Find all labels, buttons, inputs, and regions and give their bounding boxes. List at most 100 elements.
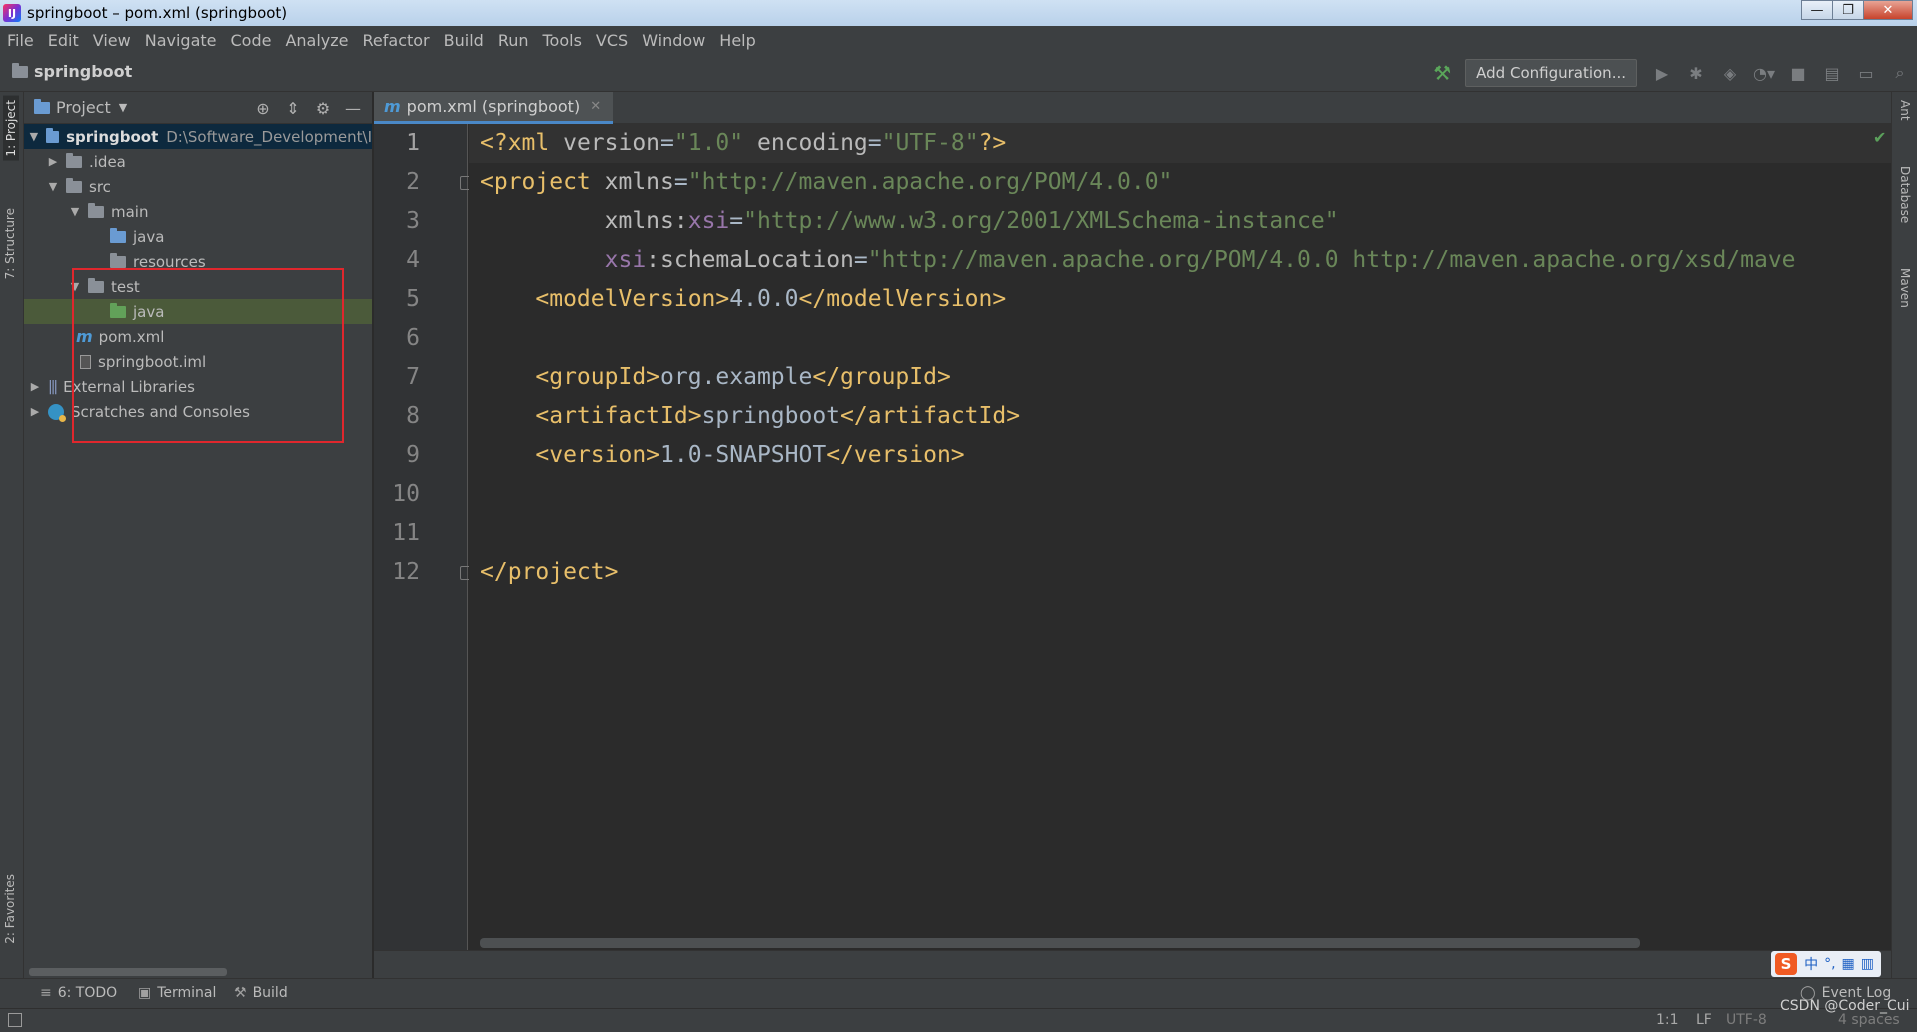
todo-label: 6: TODO bbox=[57, 985, 118, 1001]
tab-favorites[interactable]: 2: Favorites bbox=[3, 874, 17, 944]
build-button[interactable]: ⚒ Build bbox=[234, 985, 288, 1001]
collapsed-arrow-icon[interactable]: ▶ bbox=[28, 380, 42, 393]
menu-build[interactable]: Build bbox=[437, 31, 491, 50]
editor-horizontal-scrollbar[interactable] bbox=[480, 938, 1640, 948]
editor-tab-bar: m pom.xml (springboot) ✕ bbox=[374, 92, 1891, 124]
tab-pom-xml[interactable]: m pom.xml (springboot) ✕ bbox=[374, 92, 614, 124]
tree-item-src[interactable]: ▼ src bbox=[24, 174, 372, 199]
close-tab-icon[interactable]: ✕ bbox=[590, 99, 601, 114]
menu-tools[interactable]: Tools bbox=[536, 31, 589, 50]
menu-navigate[interactable]: Navigate bbox=[138, 31, 224, 50]
code-editor[interactable]: <?xml version="1.0" encoding="UTF-8"?> <… bbox=[469, 124, 1891, 950]
build-label: Build bbox=[252, 985, 288, 1001]
menu-edit[interactable]: Edit bbox=[41, 31, 86, 50]
folder-icon bbox=[88, 277, 104, 293]
restore-button[interactable]: ❐ bbox=[1832, 0, 1864, 20]
caret-position[interactable]: 1:1 bbox=[1656, 1012, 1679, 1028]
expanded-arrow-icon[interactable]: ▼ bbox=[28, 130, 40, 143]
run-icon[interactable]: ▶ bbox=[1648, 59, 1676, 87]
menu-run[interactable]: Run bbox=[491, 31, 536, 50]
profile-icon[interactable]: ◔▾ bbox=[1750, 59, 1778, 87]
tab-ant[interactable]: Ant bbox=[1898, 100, 1912, 121]
toggle-tool-windows-icon[interactable] bbox=[8, 1013, 22, 1027]
collapsed-arrow-icon[interactable]: ▶ bbox=[28, 405, 42, 418]
line-number: 5 bbox=[406, 286, 420, 312]
presentation-icon[interactable]: ▭ bbox=[1852, 59, 1880, 87]
terminal-button[interactable]: ▣ Terminal bbox=[138, 985, 216, 1001]
code-line-9: <version>1.0-SNAPSHOT</version> bbox=[535, 442, 965, 468]
tab-database[interactable]: Database bbox=[1898, 166, 1912, 223]
menu-analyze[interactable]: Analyze bbox=[278, 31, 355, 50]
coverage-icon[interactable]: ◈ bbox=[1716, 59, 1744, 87]
ime-keyboard-icon[interactable]: ▦ bbox=[1842, 956, 1855, 972]
expanded-arrow-icon[interactable]: ▼ bbox=[68, 280, 82, 293]
horizontal-scrollbar[interactable] bbox=[29, 968, 227, 976]
project-view-selector[interactable]: Project bbox=[56, 98, 111, 117]
code-line-1: <?xml version="1.0" encoding="UTF-8"?> bbox=[480, 130, 1007, 156]
chevron-down-icon[interactable]: ▼ bbox=[119, 101, 127, 114]
menu-vcs[interactable]: VCS bbox=[589, 31, 635, 50]
tree-item-label: .idea bbox=[89, 152, 126, 171]
tree-item-idea[interactable]: ▶ .idea bbox=[24, 149, 372, 174]
tree-item-test-java[interactable]: java bbox=[24, 299, 372, 324]
tree-item-pom[interactable]: m pom.xml bbox=[24, 324, 372, 349]
tree-item-main[interactable]: ▼ main bbox=[24, 199, 372, 224]
gear-icon[interactable]: ⚙ bbox=[310, 96, 336, 120]
tree-item-external-libraries[interactable]: ▶ ||| External Libraries bbox=[24, 374, 372, 399]
menu-file[interactable]: File bbox=[0, 31, 41, 50]
line-separator[interactable]: LF bbox=[1696, 1012, 1712, 1028]
tree-item-scratches[interactable]: ▶ Scratches and Consoles bbox=[24, 399, 372, 424]
project-panel-tools: ⊕ ⇕ ⚙ — bbox=[246, 96, 366, 120]
sogou-logo-icon: S bbox=[1775, 953, 1798, 975]
tree-item-test[interactable]: ▼ test bbox=[24, 274, 372, 299]
close-window-button[interactable]: ✕ bbox=[1863, 0, 1913, 20]
ime-chinese-mode[interactable]: 中 bbox=[1804, 954, 1818, 974]
menu-refactor[interactable]: Refactor bbox=[356, 31, 437, 50]
todo-button[interactable]: ≡ 6: TODO bbox=[40, 985, 117, 1001]
project-panel-header: Project ▼ ⊕ ⇕ ⚙ — bbox=[24, 92, 372, 124]
tree-item-resources[interactable]: resources bbox=[24, 249, 372, 274]
collapse-all-icon[interactable]: ⇕ bbox=[280, 96, 306, 120]
source-folder-icon bbox=[110, 227, 126, 243]
expanded-arrow-icon[interactable]: ▼ bbox=[68, 205, 82, 218]
ime-punctuation[interactable]: °, bbox=[1824, 956, 1835, 972]
line-number: 2 bbox=[406, 169, 420, 195]
inspection-ok-icon[interactable]: ✔ bbox=[1873, 128, 1886, 147]
tree-item-label: springboot.iml bbox=[98, 352, 207, 371]
project-structure-icon[interactable]: ▤ bbox=[1818, 59, 1846, 87]
expanded-arrow-icon[interactable]: ▼ bbox=[46, 180, 60, 193]
collapsed-arrow-icon[interactable]: ▶ bbox=[46, 155, 60, 168]
menu-window[interactable]: Window bbox=[635, 31, 712, 50]
file-encoding[interactable]: UTF-8 bbox=[1726, 1012, 1767, 1028]
tree-item-label: External Libraries bbox=[63, 377, 195, 396]
maven-file-icon: m bbox=[384, 97, 401, 116]
indent-setting[interactable]: 4 spaces bbox=[1838, 1012, 1900, 1028]
hide-panel-icon[interactable]: — bbox=[340, 96, 366, 120]
line-number: 3 bbox=[406, 208, 420, 234]
breadcrumb-project[interactable]: springboot bbox=[34, 62, 132, 81]
code-line-3: xmlns:xsi="http://www.w3.org/2001/XMLSch… bbox=[604, 208, 1339, 234]
tab-project[interactable]: 1: Project bbox=[3, 96, 19, 161]
search-everywhere-icon[interactable]: ⌕ bbox=[1886, 59, 1914, 87]
tab-maven[interactable]: Maven bbox=[1898, 268, 1912, 308]
build-hammer-icon[interactable]: ⚒ bbox=[1428, 59, 1456, 87]
stop-icon[interactable]: ■ bbox=[1784, 59, 1812, 87]
add-configuration-button[interactable]: Add Configuration... bbox=[1465, 59, 1637, 87]
tree-item-springboot[interactable]: ▼ springboot D:\Software_Development\I bbox=[24, 124, 372, 149]
ime-menu-icon[interactable]: ▥ bbox=[1861, 956, 1874, 972]
code-line-8: <artifactId>springboot</artifactId> bbox=[535, 403, 1021, 429]
minimize-button[interactable]: — bbox=[1801, 0, 1833, 20]
menu-bar: File Edit View Navigate Code Analyze Ref… bbox=[0, 26, 1917, 54]
ime-toolbar[interactable]: S 中 °, ▦ ▥ bbox=[1771, 951, 1881, 977]
status-bar: 1:1 LF UTF-8 4 spaces bbox=[0, 1008, 1917, 1032]
menu-view[interactable]: View bbox=[86, 31, 138, 50]
tab-structure[interactable]: 7: Structure bbox=[3, 208, 17, 279]
menu-code[interactable]: Code bbox=[224, 31, 279, 50]
debug-icon[interactable]: ✱ bbox=[1682, 59, 1710, 87]
breadcrumb[interactable]: springboot bbox=[12, 62, 132, 81]
title-bar: IJ springboot – pom.xml (springboot) — ❐… bbox=[0, 0, 1917, 26]
locate-file-icon[interactable]: ⊕ bbox=[250, 96, 276, 120]
tree-item-iml[interactable]: springboot.iml bbox=[24, 349, 372, 374]
tree-item-main-java[interactable]: java bbox=[24, 224, 372, 249]
menu-help[interactable]: Help bbox=[712, 31, 762, 50]
